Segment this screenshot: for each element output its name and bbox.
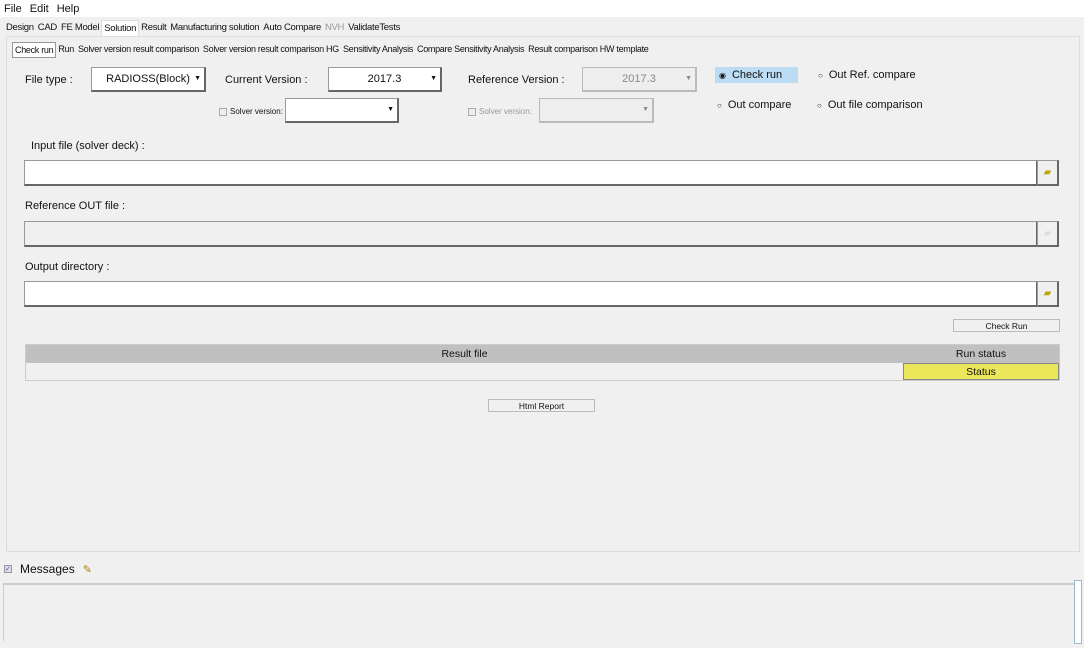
header-run-status: Run status xyxy=(955,348,1007,360)
tab-fe-model[interactable]: FE Model xyxy=(59,20,101,36)
file-type-value: RADIOSS(Block) xyxy=(106,73,190,85)
header-result-file: Result file xyxy=(441,348,488,360)
radio-label: Check run xyxy=(731,69,783,81)
chevron-down-icon: ▼ xyxy=(387,106,394,113)
menu-help[interactable]: Help xyxy=(57,3,80,15)
input-file-field[interactable] xyxy=(24,160,1038,186)
radio-icon: ○ xyxy=(817,100,822,110)
folder-open-icon[interactable]: ▰ xyxy=(1037,281,1059,307)
chevron-down-icon: ▼ xyxy=(194,75,201,82)
reference-version-value: 2017.3 xyxy=(622,73,656,85)
file-type-label: File type : xyxy=(25,74,73,86)
tab-manufacturing-solution[interactable]: Manufacturing solution xyxy=(168,20,261,36)
input-file-label: Input file (solver deck) : xyxy=(31,140,145,152)
chevron-down-icon: ▼ xyxy=(642,106,649,113)
checkbox-icon xyxy=(468,107,476,116)
radio-icon: ○ xyxy=(717,100,722,110)
messages-label: Messages xyxy=(20,562,75,576)
reference-out-field[interactable] xyxy=(24,221,1038,247)
tab-run[interactable]: Run xyxy=(56,42,76,58)
tab-auto-compare[interactable]: Auto Compare xyxy=(261,20,323,36)
output-dir-field[interactable] xyxy=(24,281,1038,307)
tab-nvh[interactable]: NVH xyxy=(323,20,346,36)
current-version-label: Current Version : xyxy=(225,74,308,86)
solver-version-label: Solver version: xyxy=(230,107,283,116)
tab-solution[interactable]: Solution xyxy=(101,20,140,36)
tab-design[interactable]: Design xyxy=(4,20,36,36)
tab-sensitivity-analysis[interactable]: Sensitivity Analysis xyxy=(341,42,415,58)
reference-version-select[interactable]: 2017.3 ▼ xyxy=(582,67,697,92)
tab-result[interactable]: Result xyxy=(139,20,168,36)
tab-check-run[interactable]: Check run xyxy=(12,42,57,58)
ref-solver-version-select[interactable]: ▼ xyxy=(539,98,654,123)
radio-label: Out Ref. compare xyxy=(828,69,916,81)
current-version-select[interactable]: 2017.3 ▼ xyxy=(328,67,442,92)
folder-open-icon[interactable]: ▰ xyxy=(1037,221,1059,247)
radio-out-file-comparison[interactable]: ○ Out file comparison xyxy=(813,97,927,113)
tab-result-comparison-hw[interactable]: Result comparison HW template xyxy=(526,42,650,58)
checkbox-icon xyxy=(219,107,227,116)
menu-edit[interactable]: Edit xyxy=(30,3,49,15)
file-type-select[interactable]: RADIOSS(Block) ▼ xyxy=(91,67,206,92)
menu-file[interactable]: File xyxy=(4,3,22,15)
radio-out-ref-compare[interactable]: ○ Out Ref. compare xyxy=(814,67,920,83)
table-row[interactable]: Status xyxy=(26,363,1059,380)
result-table: Result file Run status Status xyxy=(25,344,1060,381)
radio-check-run[interactable]: ◉ Check run xyxy=(715,67,798,83)
tab-cad[interactable]: CAD xyxy=(36,20,59,36)
tab-validate-tests[interactable]: ValidateTests xyxy=(346,20,402,36)
chevron-down-icon: ▼ xyxy=(430,75,437,82)
messages-checkbox[interactable]: ✓ xyxy=(4,565,12,573)
chevron-down-icon: ▼ xyxy=(685,75,692,82)
main-tabs: Design CAD FE Model Solution Result Manu… xyxy=(4,20,402,36)
current-version-value: 2017.3 xyxy=(367,73,402,85)
folder-open-icon[interactable]: ▰ xyxy=(1037,160,1059,186)
status-cell: Status xyxy=(903,363,1059,380)
ref-solver-version-label: Solver version: xyxy=(479,107,532,116)
radio-icon: ◉ xyxy=(719,70,726,80)
sub-tabs: Check run Run Solver version result comp… xyxy=(12,42,651,58)
solver-version-select[interactable]: ▼ xyxy=(285,98,399,123)
check-run-button[interactable]: Check Run xyxy=(953,319,1060,332)
ref-solver-version-checkbox[interactable]: Solver version: xyxy=(468,107,532,116)
tab-compare-sensitivity[interactable]: Compare Sensitivity Analysis xyxy=(415,42,526,58)
reference-version-label: Reference Version : xyxy=(468,74,565,86)
output-dir-label: Output directory : xyxy=(25,261,110,273)
radio-label: Out compare xyxy=(727,99,792,111)
radio-out-compare[interactable]: ○ Out compare xyxy=(713,97,795,113)
reference-out-label: Reference OUT file : xyxy=(25,200,126,212)
messages-header: ✓ Messages ✎ xyxy=(4,562,92,576)
messages-scrollbar[interactable] xyxy=(1074,580,1082,644)
radio-icon: ○ xyxy=(818,70,823,80)
radio-label: Out file comparison xyxy=(827,99,923,111)
tab-solver-version-comparison[interactable]: Solver version result comparison xyxy=(76,42,201,58)
messages-area[interactable] xyxy=(3,583,1074,641)
tab-solver-version-comparison-hg[interactable]: Solver version result comparison HG xyxy=(201,42,341,58)
pencil-icon[interactable]: ✎ xyxy=(83,563,92,576)
solver-version-checkbox[interactable]: Solver version: xyxy=(219,107,283,116)
result-file-cell xyxy=(26,363,903,380)
html-report-button[interactable]: Html Report xyxy=(488,399,595,412)
menu-bar: File Edit Help xyxy=(0,0,1084,17)
